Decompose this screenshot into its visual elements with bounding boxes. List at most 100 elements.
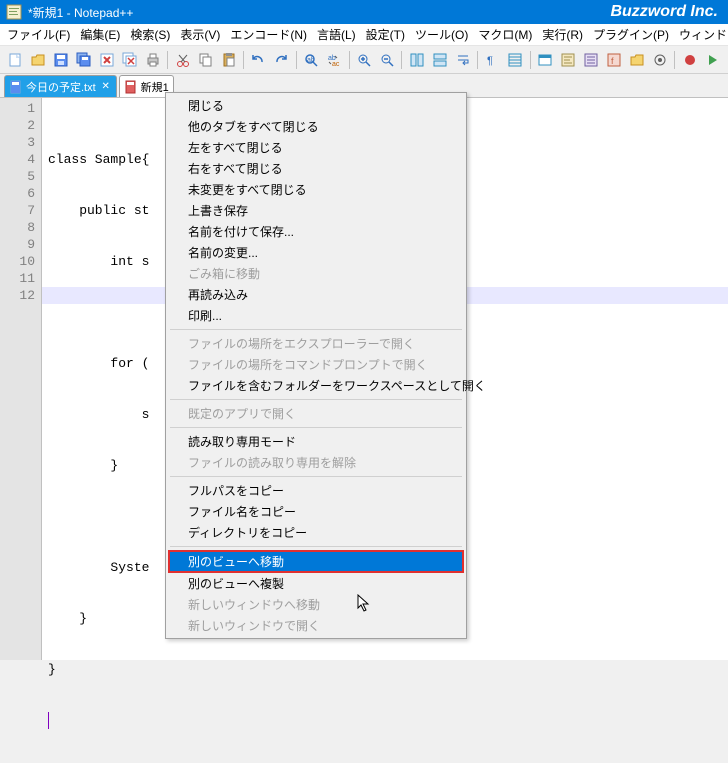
ctx-move-trash: ごみ箱に移動	[168, 263, 464, 284]
sync-v-icon[interactable]	[406, 49, 427, 71]
line-number-gutter: 1 2 3 4 5 6 7 8 9 10 11 12	[0, 98, 42, 660]
ctx-clear-readonly: ファイルの読み取り専用を解除	[168, 452, 464, 473]
toolbar: ab abac ¶ f	[0, 46, 728, 74]
menu-view[interactable]: 表示(V)	[175, 24, 225, 45]
window-title: *新規1 - Notepad++	[28, 4, 133, 21]
ctx-clone-to-other-view[interactable]: 別のビューへ複製	[168, 573, 464, 594]
monitor-icon[interactable]	[649, 49, 670, 71]
menu-settings[interactable]: 設定(T)	[361, 24, 410, 45]
ctx-save-as[interactable]: 名前を付けて保存...	[168, 221, 464, 242]
ctx-close-unchanged[interactable]: 未変更をすべて閉じる	[168, 179, 464, 200]
svg-text:ac: ac	[332, 61, 340, 68]
folder-ws-icon[interactable]	[626, 49, 647, 71]
ctx-reload[interactable]: 再読み込み	[168, 284, 464, 305]
menu-tools[interactable]: ツール(O)	[410, 24, 473, 45]
ctx-separator	[170, 427, 462, 428]
code-line: }	[48, 661, 728, 678]
print-icon[interactable]	[142, 49, 163, 71]
menu-file[interactable]: ファイル(F)	[2, 24, 75, 45]
play-icon[interactable]	[702, 49, 723, 71]
ctx-close[interactable]: 閉じる	[168, 95, 464, 116]
line-number: 3	[0, 134, 35, 151]
file-icon	[9, 80, 23, 94]
line-number: 6	[0, 185, 35, 202]
replace-icon[interactable]: abac	[324, 49, 345, 71]
svg-text:ab: ab	[307, 57, 315, 64]
line-number: 12	[0, 287, 35, 304]
line-number: 4	[0, 151, 35, 168]
undo-icon[interactable]	[248, 49, 269, 71]
zoom-in-icon[interactable]	[354, 49, 375, 71]
menubar: ファイル(F) 編集(E) 検索(S) 表示(V) エンコード(N) 言語(L)…	[0, 24, 728, 46]
indent-guide-icon[interactable]	[505, 49, 526, 71]
menu-language[interactable]: 言語(L)	[312, 24, 361, 45]
open-file-icon[interactable]	[28, 49, 49, 71]
ctx-open-cmd: ファイルの場所をコマンドプロンプトで開く	[168, 354, 464, 375]
save-all-icon[interactable]	[74, 49, 95, 71]
ctx-open-explorer: ファイルの場所をエクスプローラーで開く	[168, 333, 464, 354]
tab-inactive[interactable]: 今日の予定.txt ✕	[4, 75, 117, 97]
code-line	[48, 712, 728, 729]
ctx-save[interactable]: 上書き保存	[168, 200, 464, 221]
ctx-print[interactable]: 印刷...	[168, 305, 464, 326]
tab-label: 今日の予定.txt	[26, 79, 96, 95]
zoom-out-icon[interactable]	[376, 49, 397, 71]
line-number: 7	[0, 202, 35, 219]
ctx-rename[interactable]: 名前の変更...	[168, 242, 464, 263]
doc-list-icon[interactable]	[581, 49, 602, 71]
ctx-separator	[170, 399, 462, 400]
close-all-icon[interactable]	[120, 49, 141, 71]
line-number: 5	[0, 168, 35, 185]
ctx-copy-fullpath[interactable]: フルパスをコピー	[168, 480, 464, 501]
brand-label: Buzzword Inc.	[610, 3, 718, 21]
menu-macro[interactable]: マクロ(M)	[473, 24, 537, 45]
menu-run[interactable]: 実行(R)	[537, 24, 588, 45]
ctx-close-others[interactable]: 他のタブをすべて閉じる	[168, 116, 464, 137]
menu-search[interactable]: 検索(S)	[125, 24, 175, 45]
file-modified-icon	[124, 80, 138, 94]
wrap-icon[interactable]	[452, 49, 473, 71]
ctx-open-new-window: 新しいウィンドウで開く	[168, 615, 464, 636]
ctx-open-default-app: 既定のアプリで開く	[168, 403, 464, 424]
close-icon[interactable]	[97, 49, 118, 71]
sync-h-icon[interactable]	[429, 49, 450, 71]
show-all-icon[interactable]: ¶	[482, 49, 503, 71]
tab-context-menu: 閉じる 他のタブをすべて閉じる 左をすべて閉じる 右をすべて閉じる 未変更をすべ…	[165, 92, 467, 639]
menu-window[interactable]: ウィンドウ管理(W)	[674, 24, 728, 45]
line-number: 1	[0, 100, 35, 117]
ctx-open-folder-ws[interactable]: ファイルを含むフォルダーをワークスペースとして開く	[168, 375, 464, 396]
tab-close-icon[interactable]: ✕	[100, 81, 112, 93]
lang-icon[interactable]	[535, 49, 556, 71]
cut-icon[interactable]	[172, 49, 193, 71]
paste-icon[interactable]	[218, 49, 239, 71]
app-icon	[6, 4, 22, 20]
copy-icon[interactable]	[195, 49, 216, 71]
ctx-copy-directory[interactable]: ディレクトリをコピー	[168, 522, 464, 543]
ctx-move-to-other-view[interactable]: 別のビューへ移動	[168, 550, 464, 573]
ctx-separator	[170, 546, 462, 547]
menu-encoding[interactable]: エンコード(N)	[225, 24, 312, 45]
line-number: 2	[0, 117, 35, 134]
redo-icon[interactable]	[271, 49, 292, 71]
ctx-close-right[interactable]: 右をすべて閉じる	[168, 158, 464, 179]
menu-edit[interactable]: 編集(E)	[75, 24, 125, 45]
ctx-close-left[interactable]: 左をすべて閉じる	[168, 137, 464, 158]
doc-map-icon[interactable]	[558, 49, 579, 71]
titlebar: *新規1 - Notepad++ Buzzword Inc.	[0, 0, 728, 24]
save-icon[interactable]	[51, 49, 72, 71]
menu-plugins[interactable]: プラグイン(P)	[588, 24, 674, 45]
line-number: 11	[0, 270, 35, 287]
ctx-separator	[170, 329, 462, 330]
svg-text:¶: ¶	[487, 55, 493, 67]
ctx-move-new-window: 新しいウィンドウへ移動	[168, 594, 464, 615]
new-file-icon[interactable]	[5, 49, 26, 71]
line-number: 10	[0, 253, 35, 270]
record-icon[interactable]	[679, 49, 700, 71]
ctx-separator	[170, 476, 462, 477]
line-number: 9	[0, 236, 35, 253]
ctx-copy-filename[interactable]: ファイル名をコピー	[168, 501, 464, 522]
func-list-icon[interactable]: f	[603, 49, 624, 71]
line-number: 8	[0, 219, 35, 236]
find-icon[interactable]: ab	[301, 49, 322, 71]
ctx-readonly-mode[interactable]: 読み取り専用モード	[168, 431, 464, 452]
